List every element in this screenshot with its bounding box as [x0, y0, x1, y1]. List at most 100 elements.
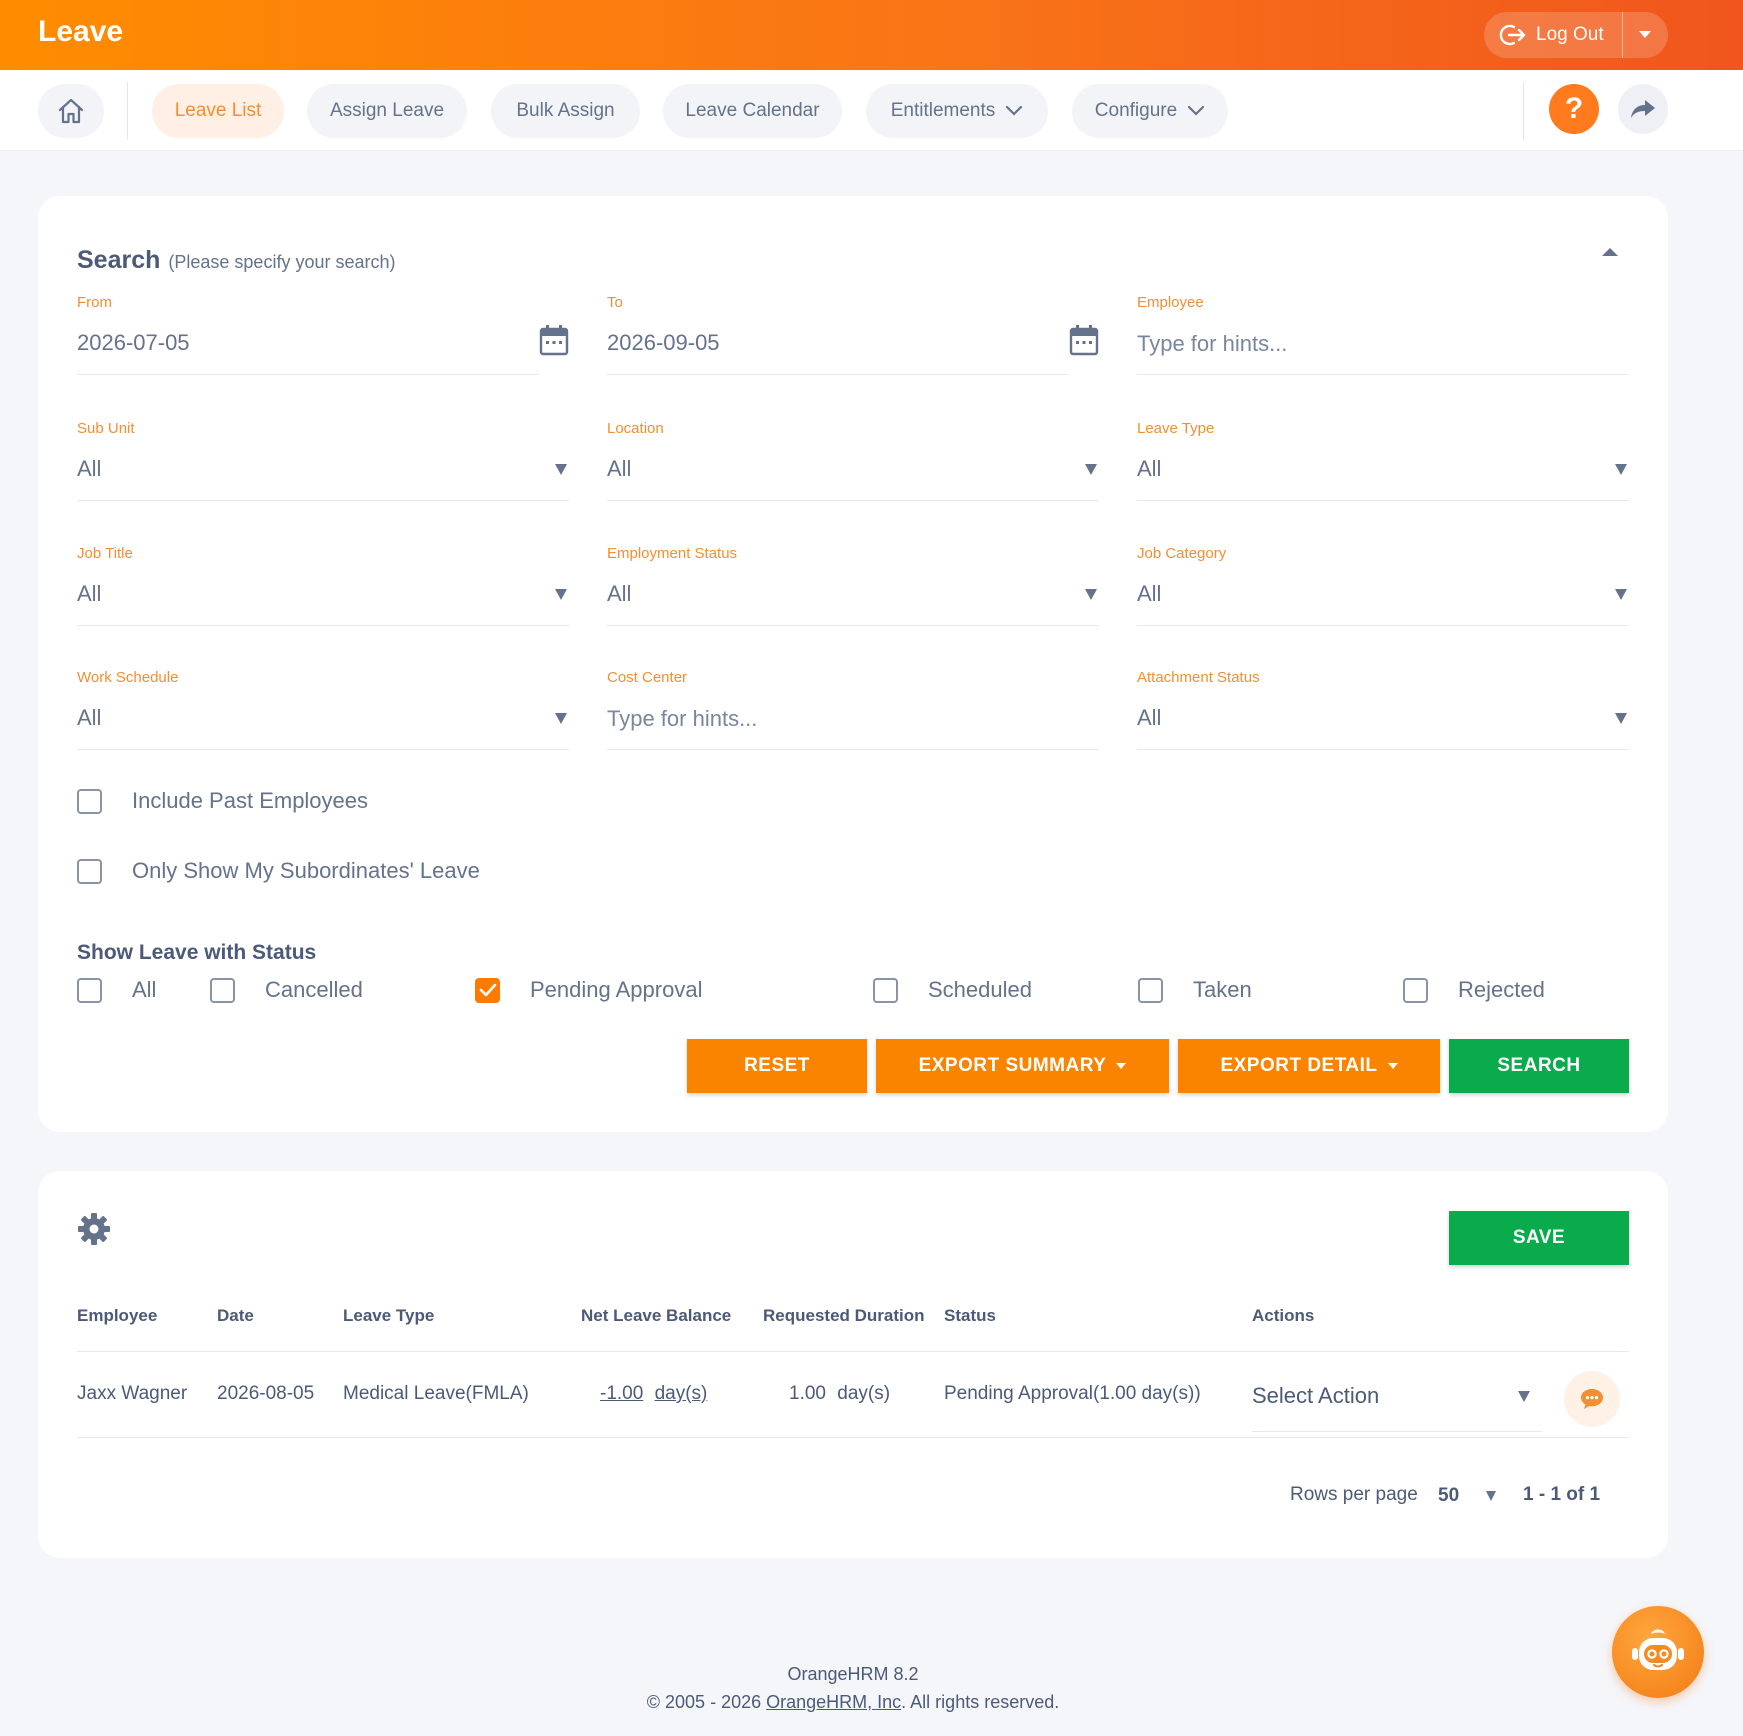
net-balance-link[interactable]: -1.00: [600, 1383, 643, 1404]
net-balance-unit-link[interactable]: day(s): [655, 1383, 708, 1404]
checkbox-box[interactable]: [1138, 977, 1163, 1003]
field-underline: [607, 625, 1099, 626]
export-detail-button[interactable]: EXPORT DETAIL: [1178, 1039, 1440, 1093]
field-underline: [77, 625, 569, 626]
nav-leave-list-label: Leave List: [174, 100, 262, 121]
location-select[interactable]: Location All: [607, 420, 1099, 530]
from-value: 2026-07-05: [77, 330, 190, 355]
checkbox-box[interactable]: [77, 788, 102, 814]
save-label: SAVE: [1512, 1227, 1566, 1248]
search-button[interactable]: SEARCH: [1449, 1039, 1629, 1093]
nav-bulk-assign[interactable]: Bulk Assign: [491, 84, 640, 138]
table-divider: [77, 1437, 1629, 1438]
comment-button[interactable]: [1564, 1371, 1620, 1427]
nav-configure[interactable]: Configure: [1072, 84, 1228, 138]
include-past-employees-label: Include Past Employees: [132, 788, 369, 813]
only-subordinates-label: Only Show My Subordinates' Leave: [132, 858, 480, 883]
top-bar: Leave Log Out: [0, 0, 1743, 70]
nav-assign-leave-label: Assign Leave: [329, 100, 445, 121]
employment-status-select[interactable]: Employment Status All: [607, 545, 1099, 655]
calendar-icon[interactable]: [539, 324, 569, 361]
field-underline: [77, 749, 569, 750]
job-category-label: Job Category: [1137, 545, 1227, 562]
checkbox-box-checked[interactable]: [475, 977, 500, 1003]
checkbox-box[interactable]: [873, 977, 898, 1003]
user-menu-dropdown[interactable]: [1623, 12, 1667, 58]
attachment-status-select[interactable]: Attachment Status All: [1137, 669, 1629, 779]
status-taken-label: Taken: [1193, 977, 1252, 1002]
nav-assign-leave[interactable]: Assign Leave: [307, 84, 467, 138]
status-all-checkbox[interactable]: All: [77, 977, 156, 1003]
include-past-employees-checkbox[interactable]: Include Past Employees: [77, 788, 368, 814]
sub-unit-value: All: [77, 456, 102, 481]
cell-date: 2026-08-05: [217, 1383, 315, 1404]
export-summary-label: EXPORT SUMMARY: [918, 1055, 1107, 1076]
only-subordinates-checkbox[interactable]: Only Show My Subordinates' Leave: [77, 858, 480, 884]
checkbox-box[interactable]: [1403, 977, 1428, 1003]
nav-entitlements[interactable]: Entitlements: [866, 84, 1048, 138]
to-value: 2026-09-05: [607, 330, 720, 355]
select-action-dropdown[interactable]: Select Action: [1252, 1367, 1542, 1433]
nav-leave-calendar[interactable]: Leave Calendar: [663, 84, 842, 138]
checkbox-box[interactable]: [77, 977, 102, 1003]
status-rejected-checkbox[interactable]: Rejected: [1403, 977, 1545, 1003]
caret-down-icon: [555, 713, 567, 724]
job-title-select[interactable]: Job Title All: [77, 545, 569, 655]
col-requested-duration: Requested Duration: [763, 1306, 925, 1325]
status-taken-checkbox[interactable]: Taken: [1138, 977, 1252, 1003]
reset-button[interactable]: RESET: [687, 1039, 867, 1093]
job-category-select[interactable]: Job Category All: [1137, 545, 1629, 655]
rows-per-page-select[interactable]: 50: [1438, 1477, 1496, 1513]
nav-bulk-assign-label: Bulk Assign: [516, 100, 615, 121]
results-panel: SAVE Employee Date Leave Type Net Leave …: [38, 1171, 1668, 1558]
status-scheduled-checkbox[interactable]: Scheduled: [873, 977, 1032, 1003]
share-button[interactable]: [1618, 84, 1668, 134]
checkbox-box[interactable]: [77, 858, 102, 884]
company-link[interactable]: OrangeHRM, Inc: [766, 1692, 901, 1712]
from-date-field[interactable]: From 2026-07-05: [77, 294, 569, 404]
employee-input[interactable]: [1137, 324, 1597, 364]
footer-version: OrangeHRM 8.2: [787, 1664, 919, 1684]
sub-unit-select[interactable]: Sub Unit All: [77, 420, 569, 530]
status-pending-approval-checkbox[interactable]: Pending Approval: [475, 977, 702, 1003]
select-action-value: Select Action: [1252, 1383, 1380, 1408]
caret-down-icon: [555, 589, 567, 600]
leave-type-value: All: [1137, 456, 1162, 481]
employment-status-value: All: [607, 581, 632, 606]
nav-leave-calendar-label: Leave Calendar: [685, 100, 820, 121]
status-cancelled-checkbox[interactable]: Cancelled: [210, 977, 363, 1003]
status-cancelled-label: Cancelled: [265, 977, 363, 1002]
search-header: Search (Please specify your search): [77, 246, 395, 275]
cost-center-input[interactable]: [607, 699, 1067, 739]
home-button[interactable]: [38, 84, 104, 138]
leave-type-select[interactable]: Leave Type All: [1137, 420, 1629, 530]
export-summary-button[interactable]: EXPORT SUMMARY: [876, 1039, 1169, 1093]
calendar-icon[interactable]: [1069, 324, 1099, 361]
logout-icon: [1498, 23, 1526, 47]
logout-button[interactable]: Log Out: [1484, 12, 1622, 58]
nav-entitlements-label: Entitlements: [890, 100, 996, 121]
save-button[interactable]: SAVE: [1449, 1211, 1629, 1265]
status-scheduled-label: Scheduled: [928, 977, 1032, 1002]
status-heading: Show Leave with Status: [77, 941, 317, 964]
caret-down-icon: [1615, 464, 1627, 475]
checkbox-box[interactable]: [210, 977, 235, 1003]
to-date-field[interactable]: To 2026-09-05: [607, 294, 1099, 404]
col-net-leave-balance: Net Leave Balance: [581, 1306, 732, 1325]
collapse-toggle[interactable]: [1602, 248, 1618, 256]
nav-leave-list[interactable]: Leave List: [152, 84, 284, 138]
assistant-bot-button[interactable]: [1612, 1606, 1704, 1698]
reset-label: RESET: [744, 1055, 810, 1076]
col-employee: Employee: [77, 1306, 158, 1325]
help-button[interactable]: ?: [1549, 84, 1599, 134]
caret-down-icon: [1085, 589, 1097, 600]
location-label: Location: [607, 420, 664, 437]
location-value: All: [607, 456, 632, 481]
status-rejected-label: Rejected: [1458, 977, 1545, 1002]
work-schedule-select[interactable]: Work Schedule All: [77, 669, 569, 779]
help-icon: ?: [1564, 92, 1584, 125]
footer: OrangeHRM 8.2 © 2005 - 2026 OrangeHRM, I…: [0, 1660, 1706, 1716]
col-leave-type: Leave Type: [343, 1306, 435, 1325]
gear-icon[interactable]: [76, 1211, 112, 1252]
job-title-label: Job Title: [77, 545, 133, 562]
